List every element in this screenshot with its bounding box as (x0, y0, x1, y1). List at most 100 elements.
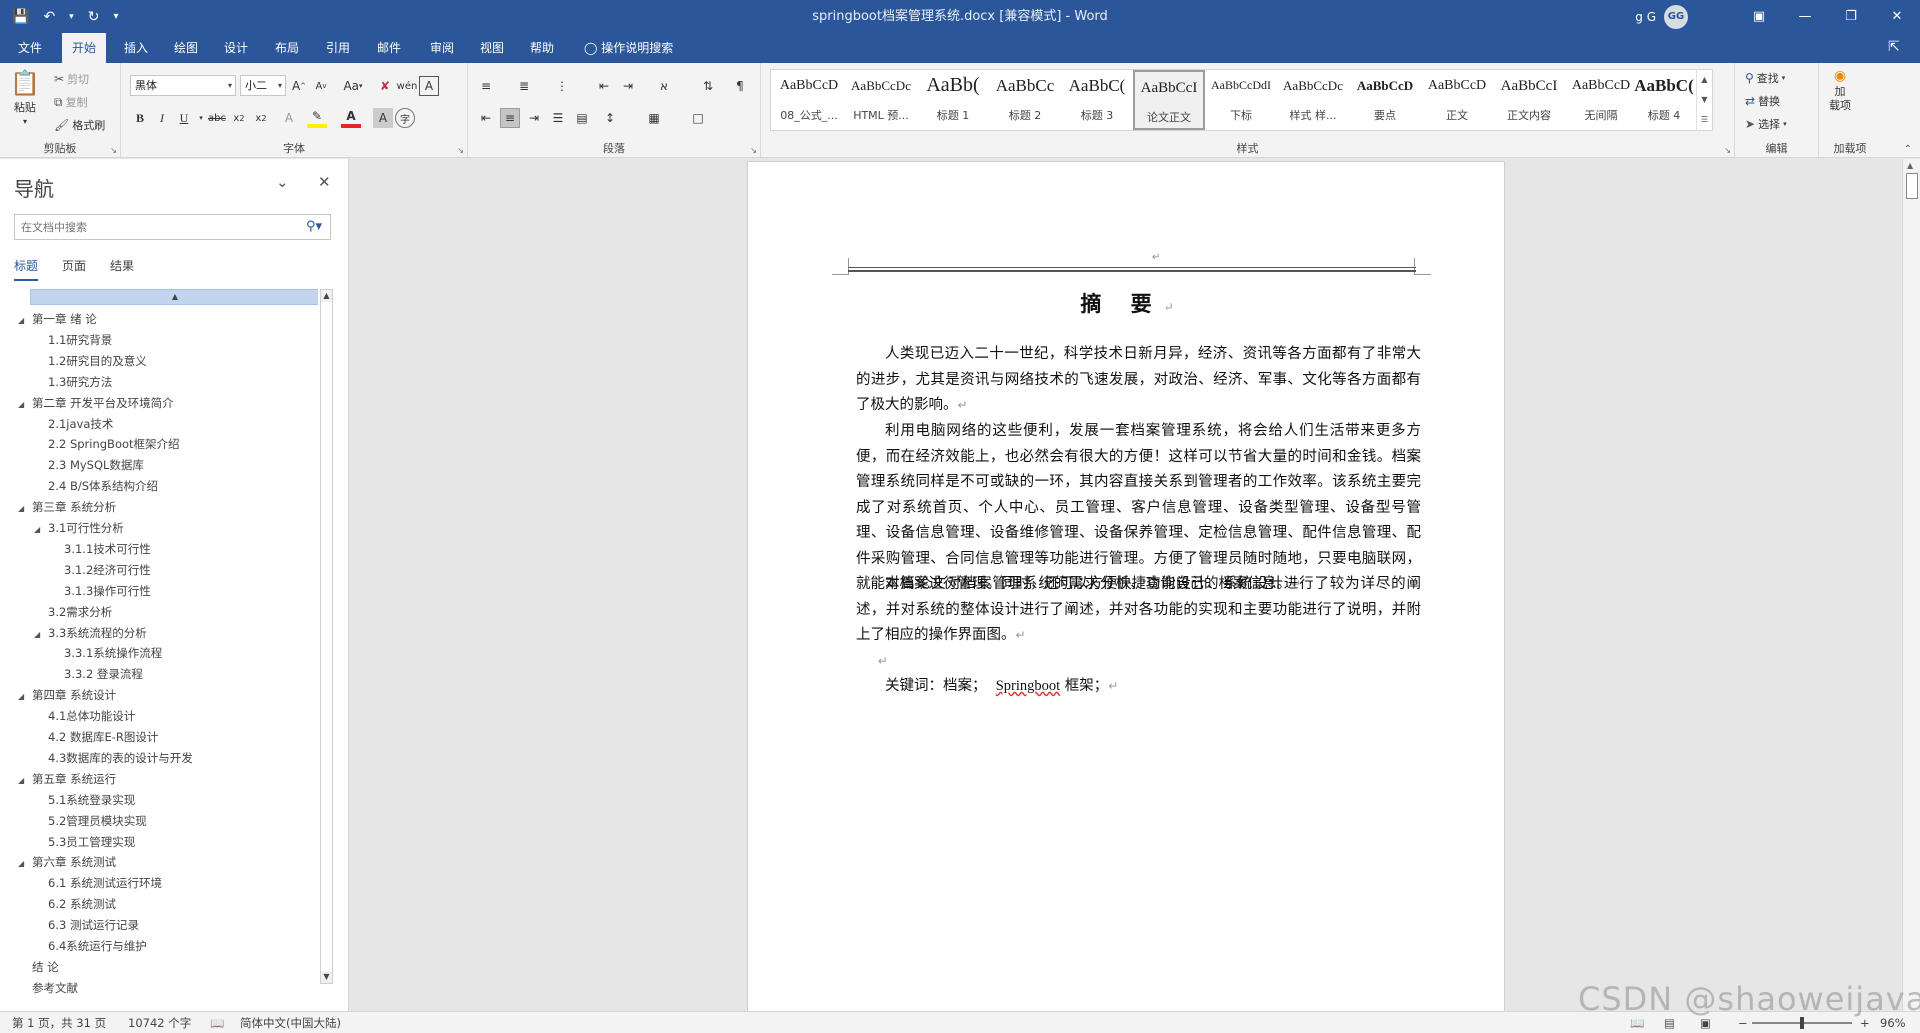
nav-search-input[interactable] (15, 215, 275, 239)
gallery-down-icon[interactable]: ▼ (1697, 90, 1712, 110)
enclose-characters-icon[interactable]: 字 (395, 108, 415, 128)
tab-draw[interactable]: 绘图 (164, 33, 208, 63)
paste-button[interactable]: 📋 粘贴 ▾ (10, 69, 40, 126)
justify-icon[interactable]: ☰ (548, 108, 568, 128)
style-item[interactable]: AaBbCcI 正文内容 (1493, 70, 1565, 130)
clear-formatting-icon[interactable]: ✘ (375, 76, 395, 96)
customize-quick-access-icon[interactable]: ▾ (113, 11, 118, 22)
style-item[interactable]: AaBbCc 标题 2 (989, 70, 1061, 130)
style-item-selected[interactable]: AaBbCcI 论文正文 (1133, 70, 1205, 130)
tab-mailings[interactable]: 邮件 (367, 33, 411, 63)
scroll-up-icon[interactable]: ▲ (1907, 161, 1913, 170)
nav-heading-item[interactable]: ◢ 第一章 绪 论 (18, 309, 97, 329)
redo-icon[interactable]: ↻ (88, 9, 100, 25)
style-item[interactable]: AaBbCcD 无间隔 (1565, 70, 1637, 130)
nav-heading-item[interactable]: 1.2研究目的及意义 (34, 351, 147, 371)
nav-heading-item[interactable]: 3.3.1系统操作流程 (50, 643, 162, 663)
phonetic-guide-icon[interactable]: wén (397, 76, 418, 96)
nav-heading-item[interactable]: ◢ 第三章 系统分析 (18, 497, 116, 517)
nav-heading-item[interactable]: 3.1.1技术可行性 (50, 539, 151, 559)
change-case-button[interactable]: Aa ▾ (339, 76, 367, 96)
nav-heading-item[interactable]: 结 论 (18, 957, 59, 977)
nav-heading-item[interactable]: 参考文献 (18, 978, 78, 998)
line-spacing-icon[interactable]: ↕ (600, 108, 620, 128)
undo-icon[interactable]: ↶ (43, 9, 55, 25)
scroll-thumb[interactable] (1906, 173, 1918, 199)
nav-heading-item[interactable]: 3.2需求分析 (34, 602, 112, 622)
document-page[interactable]: ↵ 摘 要↵ 人类现已迈入二十一世纪，科学技术日新月异，经济、资讯等各方面都有了… (747, 161, 1505, 1011)
print-layout-icon[interactable]: ▤ (1664, 1012, 1675, 1033)
text-effects-icon[interactable]: A (279, 108, 299, 128)
collapse-ribbon-icon[interactable]: ⌃ (1904, 144, 1912, 155)
align-right-icon[interactable]: ⇥ (524, 108, 544, 128)
grow-font-icon[interactable]: A ^ (289, 76, 309, 96)
font-color-icon[interactable]: A (341, 108, 361, 128)
tell-me-search[interactable]: ◯ 操作说明搜索 (574, 33, 683, 63)
nav-heading-item[interactable]: ◢ 第四章 系统设计 (18, 685, 116, 705)
restore-icon[interactable]: ❐ (1828, 0, 1874, 33)
user-account[interactable]: g G GG (1635, 0, 1688, 33)
collapse-triangle-icon[interactable]: ◢ (18, 395, 32, 415)
style-item[interactable]: AaBbCcDc HTML 预... (845, 70, 917, 130)
style-item[interactable]: AaBbCcD 08_公式_... (773, 70, 845, 130)
collapse-triangle-icon[interactable]: ◢ (34, 520, 48, 540)
cut-button[interactable]: ✂ 剪切 (54, 71, 89, 87)
nav-heading-item[interactable]: 6.4系统运行与维护 (34, 936, 147, 956)
format-painter-button[interactable]: 🖌 格式刷 (54, 117, 105, 133)
increase-indent-icon[interactable]: ⇥ (618, 76, 638, 96)
language-status[interactable]: 简体中文(中国大陆) (240, 1012, 341, 1033)
nav-heading-item[interactable]: ◢ 3.3系统流程的分析 (34, 623, 147, 643)
font-family-select[interactable]: 黑体 ▾ (130, 75, 236, 96)
tab-insert[interactable]: 插入 (114, 33, 158, 63)
nav-heading-item[interactable]: ◢ 3.1可行性分析 (34, 518, 124, 538)
gallery-more-icon[interactable]: ☰ (1697, 110, 1712, 130)
nav-heading-item[interactable]: 2.4 B/S体系结构介绍 (34, 476, 158, 496)
copy-button[interactable]: ⧉ 复制 (54, 94, 88, 110)
style-item[interactable]: AaBbCcD 要点 (1349, 70, 1421, 130)
avatar[interactable]: GG (1664, 4, 1688, 29)
character-shading-icon[interactable]: A (373, 108, 393, 128)
style-item[interactable]: AaBbCcDdI 下标 (1205, 70, 1277, 130)
asian-layout-icon[interactable]: א (654, 76, 674, 96)
show-formatting-marks-icon[interactable]: ¶ (730, 76, 750, 96)
bullets-icon[interactable]: ≡ (476, 76, 496, 96)
save-icon[interactable]: 💾 (12, 9, 29, 25)
nav-tab-headings[interactable]: 标题 (14, 257, 39, 281)
page-count[interactable]: 第 1 页，共 31 页 (12, 1012, 106, 1033)
nav-heading-item[interactable]: 3.1.3操作可行性 (50, 581, 151, 601)
subscript-icon[interactable]: x2 (229, 108, 249, 128)
nav-heading-item[interactable]: 5.1系统登录实现 (34, 790, 135, 810)
gallery-up-icon[interactable]: ▲ (1697, 70, 1712, 90)
minimize-icon[interactable]: — (1782, 0, 1828, 33)
addins-button[interactable]: ◉ 加 载项 (1829, 69, 1851, 113)
nav-heading-item[interactable]: 5.2管理员模块实现 (34, 811, 147, 831)
shading-icon[interactable]: ▦ (644, 108, 664, 128)
nav-heading-item[interactable]: 3.3.2 登录流程 (50, 664, 143, 684)
search-icon[interactable]: ⚲▾ (306, 219, 322, 234)
borders-icon[interactable]: □ (688, 108, 708, 128)
nav-heading-item[interactable]: 2.2 SpringBoot框架介绍 (34, 434, 180, 454)
tab-design[interactable]: 设计 (214, 33, 258, 63)
sort-icon[interactable]: ⇅ (698, 76, 718, 96)
nav-heading-item[interactable]: 6.3 测试运行记录 (34, 915, 139, 935)
numbering-icon[interactable]: ≣ (514, 76, 534, 96)
bold-icon[interactable]: B (130, 108, 150, 128)
word-count[interactable]: 10742 个字 (128, 1012, 191, 1033)
body-paragraph[interactable]: 利用电脑网络的这些便利，发展一套档案管理系统，将会给人们生活带来更多方便，而在经… (856, 419, 1421, 598)
collapse-triangle-icon[interactable]: ◢ (18, 499, 32, 519)
body-paragraph[interactable]: 人类现已迈入二十一世纪，科学技术日新月异，经济、资讯等各方面都有了非常大的进步，… (856, 342, 1421, 419)
nav-heading-item[interactable]: 4.1总体功能设计 (34, 706, 135, 726)
dialog-launcher-icon[interactable]: ↘ (1724, 146, 1731, 155)
nav-heading-item[interactable]: 5.3员工管理实现 (34, 832, 135, 852)
tab-home[interactable]: 开始 (62, 33, 107, 63)
doc-heading[interactable]: 摘 要↵ (748, 288, 1506, 318)
tab-help[interactable]: 帮助 (520, 33, 564, 63)
zoom-out-icon[interactable]: − (1738, 1012, 1748, 1033)
collapse-triangle-icon[interactable]: ◢ (18, 771, 32, 791)
web-layout-icon[interactable]: ▣ (1700, 1012, 1711, 1033)
nav-heading-item[interactable]: 6.2 系统测试 (34, 894, 116, 914)
scroll-up-icon[interactable]: ▲ (321, 290, 332, 302)
collapse-triangle-icon[interactable]: ◢ (18, 687, 32, 707)
collapse-triangle-icon[interactable]: ◢ (18, 854, 32, 874)
dialog-launcher-icon[interactable]: ↘ (457, 146, 464, 155)
